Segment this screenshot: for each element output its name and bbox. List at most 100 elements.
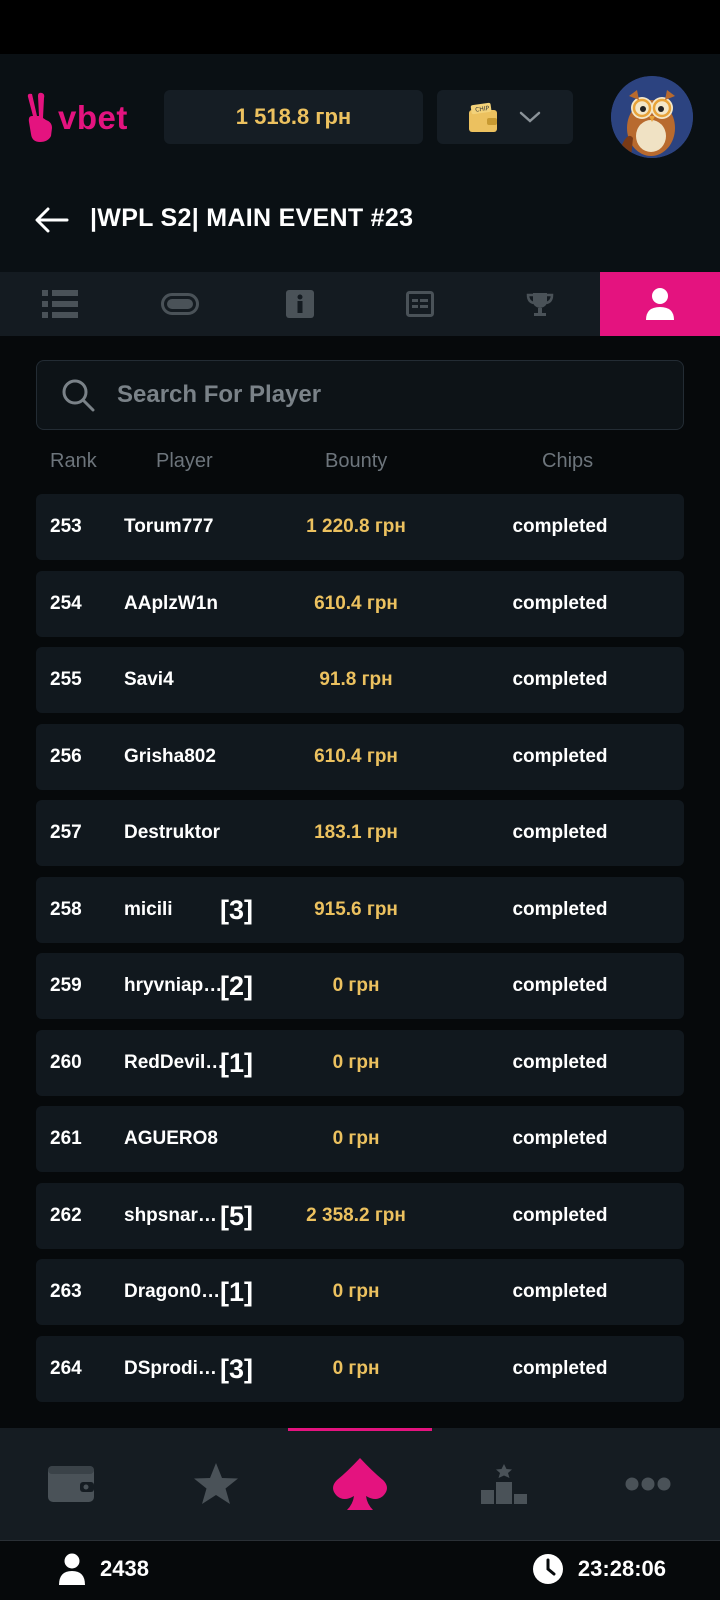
wallet-dropdown[interactable]: CHIP xyxy=(437,90,573,144)
blinds-icon xyxy=(406,291,434,317)
rank-cell: 262 xyxy=(50,1204,82,1226)
chips-cell: completed xyxy=(512,1204,608,1226)
player-cell: AGUERO8 xyxy=(124,1128,218,1149)
chips-cell: completed xyxy=(512,898,608,920)
rank-cell: 261 xyxy=(50,1128,82,1149)
table-row[interactable]: 255 Savi4 91.8 грн completed xyxy=(36,647,684,713)
column-header-chips: Chips xyxy=(542,450,594,472)
vbet-logo[interactable]: vbet xyxy=(26,92,128,144)
chips-cell: completed xyxy=(512,822,608,843)
table-row[interactable]: 258 micili [3] 915.6 грн completed xyxy=(36,876,684,943)
bottom-nav xyxy=(0,1428,720,1540)
table-row[interactable]: 260 RedDevil… [1] 0 грн completed xyxy=(36,1029,684,1096)
nav-favorites[interactable] xyxy=(144,1428,288,1540)
bounty-cell: 0 грн xyxy=(332,975,380,996)
bounty-cell: 183.1 грн xyxy=(314,822,398,843)
search-input[interactable] xyxy=(117,381,637,409)
status-bar xyxy=(0,0,720,54)
arrow-left-icon xyxy=(35,207,69,233)
chips-cell: completed xyxy=(512,516,608,537)
app-header: vbet 1 518.8 грн CHIP xyxy=(0,54,720,174)
chips-cell: completed xyxy=(512,1128,608,1149)
nav-poker[interactable] xyxy=(288,1428,432,1540)
tab-overview[interactable] xyxy=(0,272,120,336)
bounty-cell: 1 220.8 грн xyxy=(306,516,406,537)
tab-info[interactable] xyxy=(240,272,360,336)
table-row[interactable]: 262 shpsnar… [5] 2 358.2 грн completed xyxy=(36,1182,684,1249)
bounty-cell: 0 грн xyxy=(332,1357,380,1379)
nav-more[interactable] xyxy=(576,1428,720,1540)
player-cell: Savi4 xyxy=(124,669,174,690)
table-row[interactable]: 257 Destruktor 183.1 грн completed xyxy=(36,800,684,866)
clock-icon xyxy=(532,1554,563,1584)
player-cell: hryvniap… xyxy=(124,975,223,996)
list-icon xyxy=(42,290,78,318)
spade-icon xyxy=(333,1458,387,1510)
rank-cell: 263 xyxy=(50,1281,82,1302)
wallet-icon xyxy=(48,1466,94,1502)
logo-text: vbet xyxy=(58,99,128,136)
table-row[interactable]: 253 Torum777 1 220.8 грн completed xyxy=(36,494,684,560)
player-list: 253 Torum777 1 220.8 грн completed 254 A… xyxy=(36,494,684,1412)
online-players: 2438 xyxy=(58,1553,149,1585)
search-icon xyxy=(62,379,95,412)
chips-cell: completed xyxy=(512,975,608,996)
rank-cell: 259 xyxy=(50,975,82,996)
chips-cell: completed xyxy=(512,1357,608,1379)
nav-wallet[interactable] xyxy=(0,1428,144,1540)
info-icon xyxy=(286,290,314,318)
player-cell: shpsnar… xyxy=(124,1204,217,1226)
more-icon xyxy=(625,1477,671,1491)
bounty-cell: 91.8 грн xyxy=(319,669,393,690)
rank-cell: 260 xyxy=(50,1051,82,1073)
table-row[interactable]: 261 AGUERO8 0 грн completed xyxy=(36,1106,684,1172)
tab-prizes[interactable] xyxy=(480,272,600,336)
player-cell: DSprodi… xyxy=(124,1357,217,1379)
nav-leaderboard[interactable] xyxy=(432,1428,576,1540)
tab-players[interactable] xyxy=(600,272,720,336)
chips-cell: completed xyxy=(512,669,608,690)
balance-display[interactable]: 1 518.8 грн xyxy=(164,90,423,144)
bounty-cell: 915.6 грн xyxy=(314,898,398,920)
rank-cell: 256 xyxy=(50,745,82,767)
rank-cell: 254 xyxy=(50,592,82,614)
star-icon xyxy=(194,1463,238,1504)
owl-avatar-icon xyxy=(611,76,693,158)
avatar[interactable] xyxy=(611,76,693,158)
player-cell: Grisha802 xyxy=(124,745,216,767)
rank-cell: 264 xyxy=(50,1357,82,1379)
rank-cell: 255 xyxy=(50,669,82,690)
online-count: 2438 xyxy=(100,1556,149,1581)
rank-cell: 253 xyxy=(50,516,82,537)
player-search[interactable] xyxy=(36,360,684,430)
column-header-rank: Rank xyxy=(50,450,97,472)
tab-tables[interactable] xyxy=(120,272,240,336)
chips-cell: completed xyxy=(512,745,608,767)
table-row[interactable]: 263 Dragon0… [1] 0 грн completed xyxy=(36,1259,684,1325)
trophy-icon xyxy=(526,293,554,316)
page-title: |WPL S2| MAIN EVENT #23 xyxy=(90,204,414,232)
bounty-cell: 0 грн xyxy=(332,1051,380,1073)
table-row[interactable]: 254 AAplzW1n 610.4 грн completed xyxy=(36,570,684,637)
table-row[interactable]: 256 Grisha802 610.4 грн completed xyxy=(36,723,684,790)
column-header-player: Player xyxy=(156,450,213,472)
table-row[interactable]: 264 DSprodi… [3] 0 грн completed xyxy=(36,1335,684,1402)
clock-time: 23:28:06 xyxy=(577,1556,666,1581)
bounty-cell: 610.4 грн xyxy=(314,745,398,767)
rank-cell: 257 xyxy=(50,822,82,843)
footer-status: 2438 23:28:06 xyxy=(0,1540,720,1600)
table-row[interactable]: 259 hryvniap… [2] 0 грн completed xyxy=(36,953,684,1019)
user-icon xyxy=(59,1553,85,1585)
player-cell: Torum777 xyxy=(124,516,214,537)
back-button[interactable] xyxy=(32,200,72,240)
poker-table-icon xyxy=(161,293,199,315)
tournament-tabs xyxy=(0,272,720,336)
bounty-cell: 0 грн xyxy=(332,1281,380,1302)
chips-cell: completed xyxy=(512,1051,608,1073)
victory-hand-icon xyxy=(27,92,52,142)
tab-blinds[interactable] xyxy=(360,272,480,336)
chips-cell: completed xyxy=(512,592,608,614)
user-icon xyxy=(646,288,674,320)
wallet-icon: CHIP xyxy=(469,102,497,132)
player-cell: Destruktor xyxy=(124,822,221,843)
